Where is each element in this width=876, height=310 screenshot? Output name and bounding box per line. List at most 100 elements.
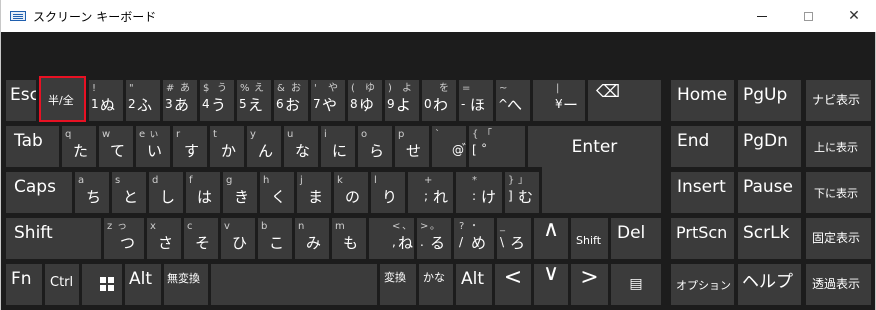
key-ctrl[interactable]: Ctrl xyxy=(45,264,79,305)
key-semicolon[interactable]: + ; れ xyxy=(408,172,453,213)
key-enter[interactable]: Enter xyxy=(528,126,661,167)
key-henkan[interactable]: 変換 xyxy=(380,264,416,305)
key-del[interactable]: Del xyxy=(611,218,661,259)
key-right-arrow[interactable]: > xyxy=(571,264,608,305)
key-prtscn[interactable]: PrtScn xyxy=(671,218,734,259)
key-8[interactable]: ( ゆ 8 ゆ xyxy=(348,80,382,121)
key-left-bracket[interactable]: { 「 [ ゜ xyxy=(469,126,525,167)
key-backspace[interactable]: ⌫ xyxy=(588,80,661,121)
key-pause[interactable]: Pause xyxy=(738,172,801,213)
key-f[interactable]: f は xyxy=(186,172,220,213)
key-s[interactable]: s と xyxy=(112,172,146,213)
left-arrow-icon: < xyxy=(503,265,523,290)
key-q[interactable]: q た xyxy=(62,126,96,167)
right-arrow-icon: > xyxy=(580,265,599,290)
window-title: スクリーン キーボード xyxy=(33,10,157,24)
key-j[interactable]: j ま xyxy=(297,172,331,213)
key-insert[interactable]: Insert xyxy=(671,172,734,213)
key-home[interactable]: Home xyxy=(671,80,734,121)
key-p[interactable]: p せ xyxy=(395,126,429,167)
key-6[interactable]: & お 6 お xyxy=(274,80,308,121)
key-end[interactable]: End xyxy=(671,126,734,167)
key-caps[interactable]: Caps xyxy=(6,172,72,213)
key-scrlk[interactable]: ScrLk xyxy=(738,218,801,259)
key-h[interactable]: h く xyxy=(260,172,294,213)
key-enter-lower[interactable] xyxy=(542,167,661,213)
key-space[interactable] xyxy=(211,264,377,305)
key-down-arrow[interactable]: ∨ xyxy=(534,264,568,305)
key-1[interactable]: ! 1 ぬ xyxy=(89,80,123,121)
close-icon: ✕ xyxy=(848,8,860,24)
key-d[interactable]: d し xyxy=(149,172,183,213)
key-g[interactable]: g き xyxy=(223,172,257,213)
key-7[interactable]: ' や 7 や xyxy=(311,80,345,121)
key-menu[interactable]: ▤ xyxy=(611,264,661,305)
key-0[interactable]: を 0 わ xyxy=(422,80,456,121)
key-w[interactable]: w て xyxy=(99,126,133,167)
key-caret[interactable]: ~ ^ へ xyxy=(496,80,530,121)
key-yen[interactable]: | ¥ ー xyxy=(533,80,585,121)
key-n[interactable]: n み xyxy=(295,218,329,259)
key-pgdn[interactable]: PgDn xyxy=(738,126,801,167)
close-button[interactable]: ✕ xyxy=(831,0,876,32)
key-hankaku-zenkaku[interactable]: 半/全 xyxy=(39,76,86,122)
key-e[interactable]: e ぃ い xyxy=(136,126,170,167)
key-options[interactable]: オプション xyxy=(671,264,734,305)
keyboard-icon xyxy=(10,11,26,21)
key-c[interactable]: c そ xyxy=(184,218,218,259)
menu-icon: ▤ xyxy=(629,276,643,292)
key-r[interactable]: r す xyxy=(173,126,207,167)
maximize-button[interactable] xyxy=(785,0,831,32)
key-up-arrow[interactable]: ∧ xyxy=(534,218,568,259)
key-z[interactable]: z っ つ xyxy=(104,218,144,259)
key-alt-left[interactable]: Alt xyxy=(125,264,161,305)
key-u[interactable]: u な xyxy=(284,126,318,167)
key-slash[interactable]: ? ・ / め xyxy=(454,218,494,259)
key-v[interactable]: v ひ xyxy=(221,218,255,259)
key-t[interactable]: t か xyxy=(210,126,244,167)
key-minus[interactable]: = - ほ xyxy=(459,80,493,121)
key-9[interactable]: ) よ 9 よ xyxy=(385,80,419,121)
key-navi-show[interactable]: ナビ表示 xyxy=(806,80,871,121)
key-5[interactable]: % え 5 え xyxy=(237,80,271,121)
key-b[interactable]: b こ xyxy=(258,218,292,259)
windows-icon xyxy=(100,277,114,291)
up-arrow-icon: ∧ xyxy=(542,218,560,242)
key-4[interactable]: $ う 4 う xyxy=(200,80,234,121)
key-a[interactable]: a ち xyxy=(75,172,109,213)
backspace-icon: ⌫ xyxy=(596,82,621,102)
key-y[interactable]: y ん xyxy=(247,126,281,167)
key-help[interactable]: ヘルプ xyxy=(738,264,801,305)
key-2[interactable]: " 2 ふ xyxy=(126,80,160,121)
key-alt-right[interactable]: Alt xyxy=(456,264,492,305)
key-left-arrow[interactable]: < xyxy=(495,264,531,305)
key-colon[interactable]: * : け xyxy=(456,172,502,213)
key-l[interactable]: l り xyxy=(371,172,405,213)
key-shift-left[interactable]: Shift xyxy=(6,218,101,259)
key-i[interactable]: i に xyxy=(321,126,355,167)
key-m[interactable]: m も xyxy=(332,218,366,259)
key-right-bracket[interactable]: } 」 ] む xyxy=(505,172,539,213)
key-pgup[interactable]: PgUp xyxy=(738,80,801,121)
key-k[interactable]: k の xyxy=(334,172,368,213)
key-windows[interactable] xyxy=(82,264,122,305)
key-show-top[interactable]: 上に表示 xyxy=(806,126,871,167)
key-x[interactable]: x さ xyxy=(147,218,181,259)
key-fn[interactable]: Fn xyxy=(6,264,42,305)
key-shift-right[interactable]: Shift xyxy=(571,218,608,259)
key-o[interactable]: o ら xyxy=(358,126,392,167)
key-tab[interactable]: Tab xyxy=(6,126,59,167)
key-comma[interactable]: < 、 , ね xyxy=(369,218,414,259)
key-fixed-show[interactable]: 固定表示 xyxy=(806,218,871,259)
key-fade-show[interactable]: 透過表示 xyxy=(806,264,871,305)
key-esc[interactable]: Esc xyxy=(6,80,36,121)
key-at[interactable]: ` @ ゛ xyxy=(432,126,466,167)
key-3[interactable]: # あ 3 あ xyxy=(163,80,197,121)
down-arrow-icon: ∨ xyxy=(542,264,560,286)
key-period[interactable]: > 。 . る xyxy=(417,218,451,259)
minimize-button[interactable] xyxy=(739,0,785,32)
key-kana[interactable]: かな xyxy=(419,264,453,305)
key-muhenkan[interactable]: 無変換 xyxy=(164,264,208,305)
key-backslash[interactable]: _ \ ろ xyxy=(497,218,531,259)
key-show-bottom[interactable]: 下に表示 xyxy=(806,172,871,213)
